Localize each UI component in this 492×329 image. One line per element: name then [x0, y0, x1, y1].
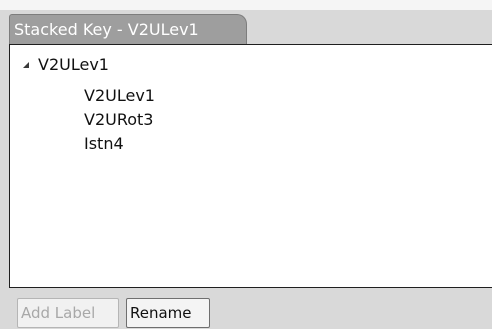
tree-node-root[interactable]: V2ULev1: [23, 54, 109, 76]
stacked-key-window: Stacked Key - V2ULev1 V2ULev1 V2ULev1 V2…: [0, 0, 492, 329]
tree-node-child[interactable]: Istn4: [84, 133, 124, 155]
top-strip: [0, 0, 492, 10]
rename-button[interactable]: Rename: [126, 298, 210, 328]
tree-view: V2ULev1 V2ULev1 V2URot3 Istn4: [10, 45, 492, 287]
tree-node-child[interactable]: V2URot3: [84, 109, 153, 131]
tree-panel: V2ULev1 V2ULev1 V2URot3 Istn4: [9, 44, 492, 288]
tab-stacked-key[interactable]: Stacked Key - V2ULev1: [9, 14, 247, 44]
expanded-triangle-icon[interactable]: [23, 62, 29, 68]
tree-node-child-label: V2ULev1: [84, 86, 155, 105]
tree-node-child-label: Istn4: [84, 134, 124, 153]
tree-node-child-label: V2URot3: [84, 110, 154, 129]
tree-node-child[interactable]: V2ULev1: [84, 85, 155, 107]
add-label-button[interactable]: Add Label: [17, 298, 119, 328]
tree-node-root-label: V2ULev1: [38, 55, 109, 74]
